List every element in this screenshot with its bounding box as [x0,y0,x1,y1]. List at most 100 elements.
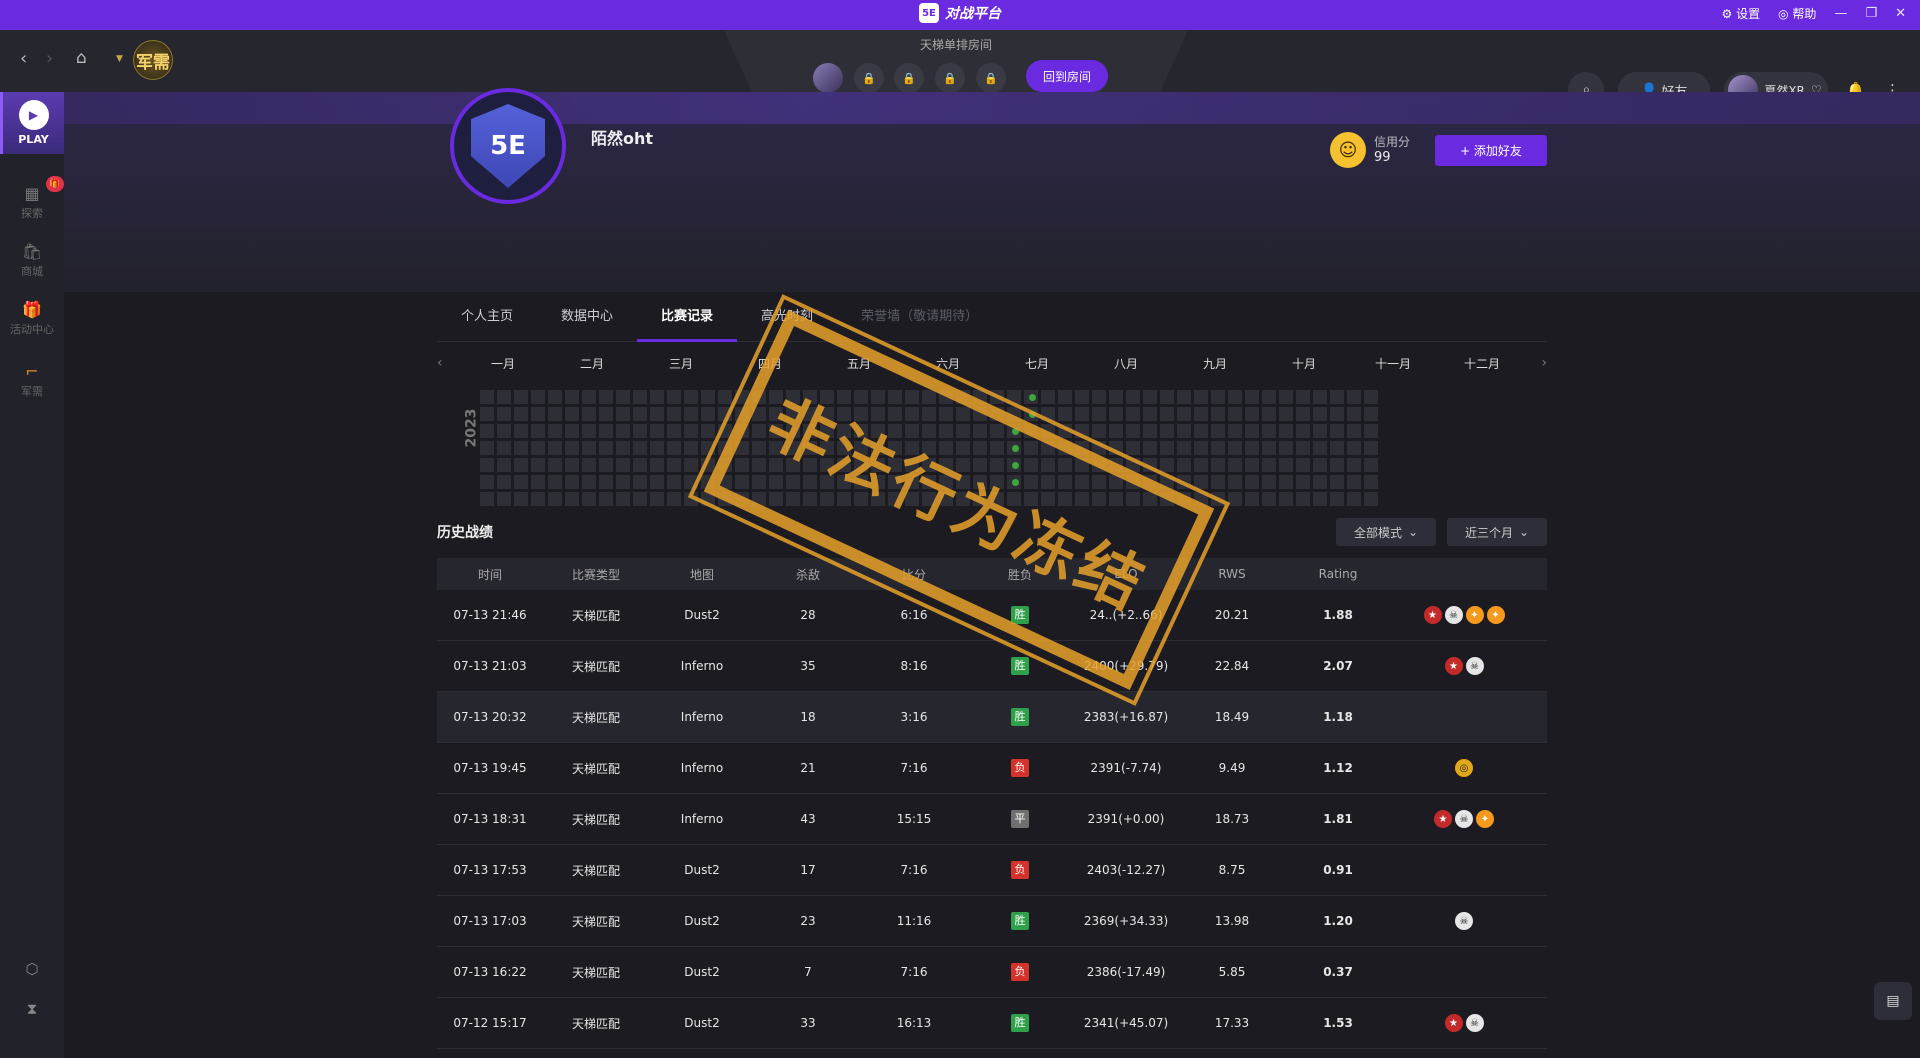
next-month-icon[interactable]: › [1541,355,1547,371]
activity-dot [1029,394,1036,401]
back-arrow-icon[interactable]: ‹ [20,48,27,69]
star-medal-icon: ★ [1423,606,1442,624]
cell-rating: 1.18 [1323,710,1353,724]
hourglass-icon[interactable]: ⧗ [0,1000,64,1018]
cell-time: 07-13 20:32 [453,710,527,724]
heatmap-cell [1330,390,1344,404]
sidebar-item-events[interactable]: 🎁 活动中心 [0,300,64,337]
heatmap-cell [650,424,664,438]
forward-arrow-icon[interactable]: › [46,48,53,69]
month-label: 一月 [491,357,516,371]
heatmap-cell [1041,390,1055,404]
heatmap-cell [1279,458,1293,472]
heatmap-cell [1228,475,1242,489]
help-button[interactable]: ◎ 帮助 [1778,5,1816,22]
heatmap-cell [1262,441,1276,455]
cell-elo: 2341(+45.07) [1083,1016,1169,1030]
range-filter-dropdown[interactable]: 近三个月 ⌄ [1447,518,1547,546]
cell-score: 7:16 [900,863,928,877]
knife-medal-icon: ✦ [1465,606,1484,624]
junxu-badge[interactable]: 军需 [133,40,173,80]
sidebar-item-label: 探索 [21,207,43,220]
table-row[interactable]: 07-13 19:45 天梯匹配 Inferno 21 7:16 负 2391(-7.74)… [437,743,1547,794]
heatmap-cell [514,441,528,455]
tab-match-history[interactable]: 比赛记录 [637,300,738,342]
heatmap-cell [599,475,613,489]
table-row[interactable]: 07-13 18:31 天梯匹配 Inferno 43 15:15 平 2391(+0.00… [437,794,1547,845]
play-button[interactable]: ▶ PLAY [0,92,64,154]
heatmap-cell [1194,407,1208,421]
room-slot-locked[interactable]: 🔒 [935,63,965,93]
heatmap-cell [1330,475,1344,489]
heatmap-cell [1279,441,1293,455]
heatmap-cell [1092,407,1106,421]
result-badge: 胜 [1011,1014,1029,1032]
add-friend-button[interactable]: + 添加好友 [1435,135,1547,166]
heatmap-cell [531,441,545,455]
tab-data-center[interactable]: 数据中心 [537,300,637,342]
heatmap-cell [1330,458,1344,472]
chat-button[interactable]: ▤ [1874,982,1912,1020]
heatmap-cell [497,424,511,438]
mode-filter-dropdown[interactable]: 全部模式 ⌄ [1336,518,1436,546]
cell-map: Inferno [680,710,724,724]
heatmap-cell [1194,441,1208,455]
sidebar-item-junxu[interactable]: ⌐ 军需 [0,362,64,399]
home-icon[interactable]: ⌂ [76,48,87,68]
heatmap-cell [718,407,732,421]
heatmap-cell [1364,458,1378,472]
heatmap-cell [480,424,494,438]
table-row[interactable]: 07-13 16:22 天梯匹配 Dust2 7 7:16 负 2386(-17.49) 5.… [437,947,1547,998]
tab-home[interactable]: 个人主页 [437,300,537,342]
cell-map: Dust2 [684,863,720,877]
heatmap-cell [565,492,579,506]
prev-month-icon[interactable]: ‹ [437,355,443,371]
settings-button[interactable]: ⚙ 设置 [1722,5,1761,22]
heatmap-cell [1347,424,1361,438]
cell-map: Dust2 [684,1016,720,1030]
heatmap-cell [1330,492,1344,506]
cell-rws: 22.84 [1214,659,1250,673]
month-label: 十一月 [1375,357,1412,371]
heatmap-cell [633,407,647,421]
heatmap-cell [1211,492,1225,506]
table-row[interactable]: 07-13 20:32 天梯匹配 Inferno 18 3:16 胜 2383(+16.87… [437,692,1547,743]
close-icon[interactable]: ✕ [1895,6,1906,21]
sidebar-item-shop[interactable]: 🛍 商城 [0,242,64,279]
lock-icon: 🔒 [862,71,876,85]
heatmap-cell [633,458,647,472]
5e-shield-icon: 5E [471,104,545,188]
cell-rws: 5.85 [1218,965,1246,979]
cell-elo: 2391(+0.00) [1087,812,1165,826]
room-slot-locked[interactable]: 🔒 [894,63,924,93]
heatmap-cell [1313,441,1327,455]
table-row[interactable]: 07-12 15:17 天梯匹配 Dust2 33 16:13 胜 2341(+45.07)… [437,998,1547,1049]
heatmap-cell [1126,424,1140,438]
heatmap-cell [1313,475,1327,489]
heatmap-cell [480,458,494,472]
minimize-icon[interactable]: — [1834,6,1847,21]
room-slot-locked[interactable]: 🔒 [854,63,884,93]
table-row[interactable]: 07-13 21:03 天梯匹配 Inferno 35 8:16 胜 2400(+29.79… [437,641,1547,692]
room-slot-self[interactable] [813,63,843,93]
cell-kills: 17 [800,863,816,877]
table-row[interactable]: 07-13 17:53 天梯匹配 Dust2 17 7:16 负 2403(-12.27) 8… [437,845,1547,896]
result-badge: 负 [1011,963,1029,981]
heatmap-cell [1194,458,1208,472]
play-label: PLAY [18,133,49,146]
profile-name: 陌然oht [591,129,654,148]
room-slot-locked[interactable]: 🔒 [976,63,1006,93]
hexagon-icon[interactable]: ⬡ [0,960,64,978]
cell-kills: 33 [800,1016,816,1030]
table-row[interactable]: 07-13 17:03 天梯匹配 Dust2 23 11:16 胜 2369(+34.33)… [437,896,1547,947]
back-to-room-button[interactable]: 回到房间 [1026,60,1108,92]
heatmap-cell [1279,492,1293,506]
5e-logo-icon: 5E [919,3,939,23]
range-filter-value: 近三个月 [1464,525,1513,540]
cell-map: Inferno [680,812,724,826]
restore-icon[interactable]: ❐ [1865,6,1877,21]
heatmap-cell [650,492,664,506]
heatmap-cell [565,441,579,455]
knife-medal-icon: ✦ [1476,810,1494,828]
heatmap-cell [1245,441,1259,455]
